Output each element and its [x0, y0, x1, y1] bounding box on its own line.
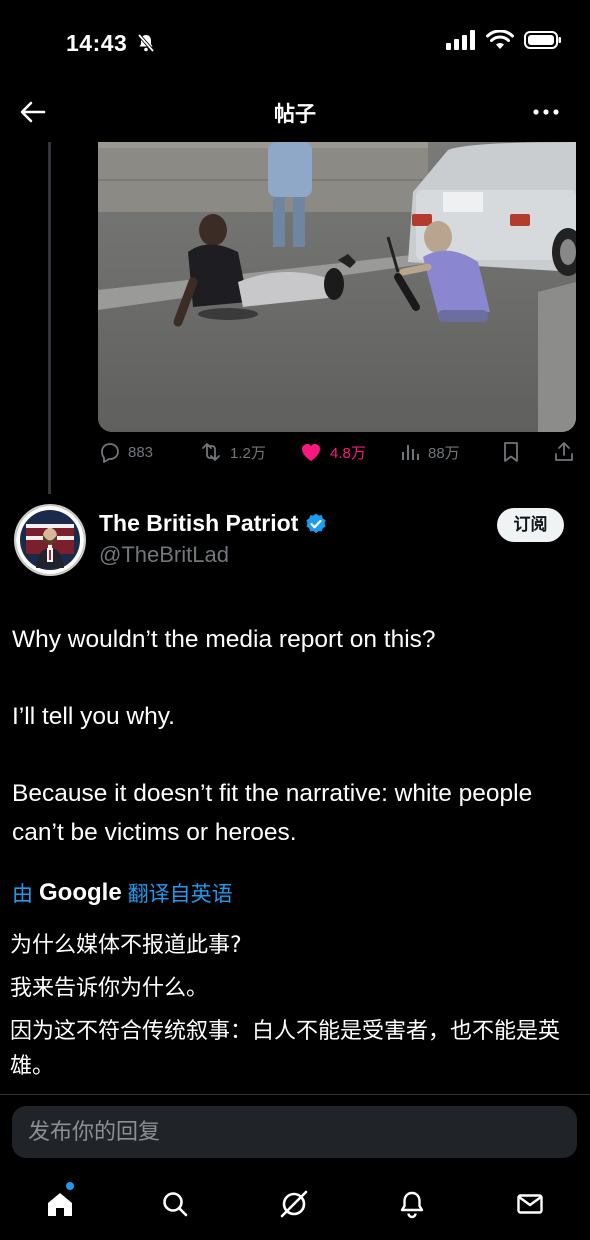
- post-media-video[interactable]: [98, 142, 576, 432]
- battery-icon: [524, 30, 562, 55]
- views-chart-icon: [402, 445, 419, 460]
- views-count: 88万: [428, 444, 460, 462]
- grok-icon: [280, 1190, 308, 1218]
- reply-input[interactable]: [28, 1106, 558, 1158]
- translation-attribution[interactable]: 由 Google 翻译自英语: [12, 878, 233, 908]
- bookmark-action[interactable]: [500, 440, 522, 464]
- author-row: The British Patriot @TheBritLad 订阅: [14, 504, 576, 576]
- post-body: Why wouldn’t the media report on this? I…: [12, 620, 572, 852]
- avatar-image: [16, 506, 84, 574]
- page-title: 帖子: [274, 103, 316, 126]
- share-icon: [555, 442, 573, 461]
- views-action[interactable]: 88万: [400, 440, 460, 464]
- reply-action[interactable]: 883: [98, 440, 153, 464]
- author-name: The British Patriot: [99, 510, 299, 536]
- share-action[interactable]: [552, 440, 576, 464]
- translation-prefix: 由: [12, 882, 33, 906]
- like-action[interactable]: 4.8万: [298, 440, 366, 464]
- like-count: 4.8万: [330, 444, 366, 462]
- translated-line: 因为这不符合传统叙事：白人不能是受害者，也不能是英雄。: [10, 1019, 561, 1079]
- notifications-icon: [400, 1191, 424, 1219]
- more-dots-icon: [533, 109, 559, 115]
- translated-line: 我来告诉你为什么。: [10, 976, 209, 1001]
- video-thumbnail: [98, 142, 576, 432]
- status-time: 14:43: [66, 30, 128, 56]
- cellular-signal-icon: [446, 30, 476, 55]
- wifi-icon: [486, 29, 514, 55]
- avatar[interactable]: [14, 504, 86, 576]
- bookmark-icon: [504, 442, 518, 462]
- status-bar: 14:43: [0, 0, 590, 88]
- translated-text: 为什么媒体不报道此事? 我来告诉你为什么。 因为这不符合传统叙事：白人不能是受害…: [10, 928, 580, 1092]
- post-action-bar: 883 1.2万 4.8万 88万: [98, 440, 578, 474]
- post-paragraph: Why wouldn’t the media report on this?: [12, 626, 436, 653]
- author-handle[interactable]: @TheBritLad: [99, 542, 229, 568]
- home-unread-dot: [66, 1182, 74, 1190]
- tab-search[interactable]: [155, 1184, 195, 1224]
- tab-grok[interactable]: [274, 1184, 314, 1224]
- subscribe-button[interactable]: 订阅: [497, 508, 564, 542]
- heart-filled-icon: [302, 444, 320, 461]
- post-paragraph: Because it doesn’t fit the narrative: wh…: [12, 780, 533, 846]
- reply-composer[interactable]: [12, 1106, 577, 1158]
- home-icon: [48, 1193, 72, 1216]
- tab-home[interactable]: [40, 1184, 80, 1224]
- repost-count: 1.2万: [230, 444, 266, 462]
- reply-count: 883: [128, 443, 154, 461]
- tab-messages[interactable]: [510, 1184, 550, 1224]
- post-paragraph: I’ll tell you why.: [12, 703, 175, 730]
- divider: [0, 1094, 590, 1095]
- messages-icon: [517, 1194, 543, 1214]
- repost-action[interactable]: 1.2万: [198, 440, 266, 464]
- bottom-tab-bar: [0, 1170, 590, 1240]
- author-name-row[interactable]: The British Patriot: [99, 510, 328, 537]
- verified-badge-icon: [306, 513, 326, 533]
- repost-icon: [202, 443, 220, 461]
- google-logo: Google: [39, 879, 122, 906]
- search-icon: [163, 1192, 188, 1217]
- tab-notifications[interactable]: [392, 1184, 432, 1224]
- reply-bubble-icon: [101, 443, 119, 463]
- translated-line: 为什么媒体不报道此事?: [10, 933, 242, 958]
- more-options-button[interactable]: [532, 98, 564, 126]
- translation-label: 翻译自英语: [127, 882, 233, 906]
- mute-bell-icon: [136, 33, 156, 58]
- post-header: 帖子: [0, 88, 590, 136]
- thread-connector-line: [48, 142, 51, 494]
